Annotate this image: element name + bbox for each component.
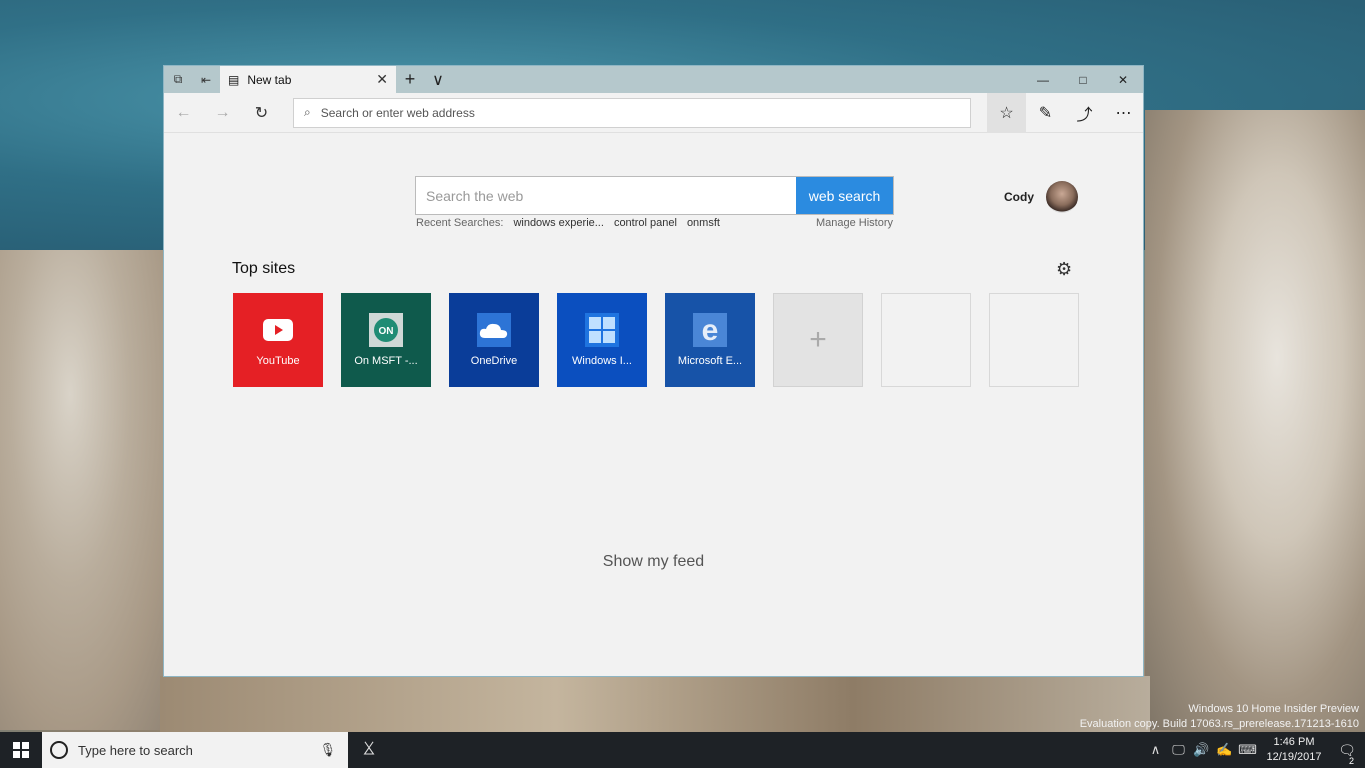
forward-button[interactable]: → <box>203 93 242 133</box>
search-input[interactable]: Search the web <box>416 177 796 214</box>
tile-label: Microsoft E... <box>677 355 743 367</box>
task-view-button[interactable]: ⯷ <box>348 738 390 762</box>
page-icon: ▤ <box>228 72 240 87</box>
tile-microsoft-edge[interactable]: e Microsoft E... <box>665 293 755 387</box>
user-name: Cody <box>1004 190 1034 204</box>
add-site-tile[interactable]: + <box>773 293 863 387</box>
tile-label: OneDrive <box>470 355 518 367</box>
recent-searches-label: Recent Searches: <box>416 217 504 229</box>
onmsft-icon: ON <box>369 313 403 347</box>
recent-search-item[interactable]: control panel <box>614 217 677 229</box>
start-button[interactable] <box>0 732 42 768</box>
taskbar: Type here to search 🎙 ⯷ ∧ 🖵 🔊 ✍ ⌨ 1:46 P… <box>0 732 1365 768</box>
user-profile[interactable]: Cody <box>1004 181 1078 213</box>
tile-label: YouTube <box>256 355 300 367</box>
refresh-button[interactable]: ↻ <box>242 93 281 133</box>
web-search-box: Search the web web search <box>415 176 894 215</box>
tile-label: Windows I... <box>572 355 632 367</box>
windows-icon <box>585 313 619 347</box>
desktop-rock-bottom <box>160 676 1150 732</box>
top-sites-grid: YouTube ON On MSFT -... OneDrive Windows… <box>233 293 1079 387</box>
show-my-feed-link[interactable]: Show my feed <box>164 553 1143 571</box>
watermark-line: Evaluation copy. Build 17063.rs_prerelea… <box>1079 718 1359 730</box>
desktop-rock-left <box>0 250 175 730</box>
empty-tile[interactable] <box>989 293 1079 387</box>
title-bar: ⧉ ⇤ ▤ New tab ✕ + ∨ — □ ✕ <box>164 66 1143 93</box>
tab-title: New tab <box>247 72 292 87</box>
evaluation-watermark: Windows 10 Home Insider Preview Evaluati… <box>1080 702 1359 732</box>
close-tab-icon[interactable]: ✕ <box>376 71 388 88</box>
avatar[interactable] <box>1046 181 1078 213</box>
plus-icon: + <box>809 323 827 356</box>
watermark-line: Windows 10 Home Insider Preview <box>1188 703 1359 715</box>
gear-icon[interactable]: ⚙ <box>1056 259 1072 280</box>
edge-window: ⧉ ⇤ ▤ New tab ✕ + ∨ — □ ✕ ← → ↻ ⌕ Search… <box>163 65 1144 677</box>
tabs-aside-icon[interactable]: ⧉ <box>164 66 192 93</box>
set-aside-tabs-icon[interactable]: ⇤ <box>192 66 220 93</box>
clock-date: 12/19/2017 <box>1266 751 1322 763</box>
onedrive-icon <box>477 313 511 347</box>
cortana-icon <box>50 741 68 759</box>
maximize-button[interactable]: □ <box>1063 66 1103 93</box>
svg-text:e: e <box>702 315 719 345</box>
back-button[interactable]: ← <box>164 93 203 133</box>
share-icon[interactable]: ⤴ <box>1065 93 1104 133</box>
nav-bar: ← → ↻ ⌕ Search or enter web address ☆ ✎ … <box>164 92 1143 133</box>
empty-tile[interactable] <box>881 293 971 387</box>
desktop-rock-right <box>1145 110 1365 730</box>
minimize-button[interactable]: — <box>1023 66 1063 93</box>
keyboard-icon[interactable]: ⌨ <box>1236 742 1259 758</box>
address-placeholder: Search or enter web address <box>320 105 475 120</box>
volume-icon[interactable]: 🔊 <box>1190 742 1213 758</box>
tile-onmsft[interactable]: ON On MSFT -... <box>341 293 431 387</box>
microphone-icon[interactable]: 🎙 <box>319 742 336 758</box>
chevron-down-icon[interactable]: ∨ <box>424 66 452 93</box>
notification-count: 2 <box>1349 755 1355 766</box>
recent-search-item[interactable]: windows experie... <box>513 217 604 229</box>
taskbar-search-placeholder: Type here to search <box>78 742 193 758</box>
tile-label: On MSFT -... <box>354 355 418 367</box>
recent-searches: Recent Searches: windows experie... cont… <box>416 217 893 229</box>
svg-text:ON: ON <box>379 326 394 337</box>
network-icon[interactable]: 🖵 <box>1167 742 1190 758</box>
recent-search-item[interactable]: onmsft <box>687 217 720 229</box>
action-center-button[interactable]: 🗨 2 <box>1329 742 1365 766</box>
system-tray: ∧ 🖵 🔊 ✍ ⌨ 1:46 PM 12/19/2017 🗨 2 <box>1144 732 1365 768</box>
clock-time: 1:46 PM <box>1273 736 1315 748</box>
edge-icon: e <box>693 313 727 347</box>
close-window-button[interactable]: ✕ <box>1103 66 1143 93</box>
top-sites-heading: Top sites <box>232 260 296 277</box>
web-note-icon[interactable]: ✎ <box>1026 93 1065 133</box>
tab-new-tab[interactable]: ▤ New tab ✕ <box>220 66 396 93</box>
new-tab-page: Search the web web search Recent Searche… <box>164 133 1143 676</box>
more-icon[interactable]: ⋯ <box>1104 93 1143 133</box>
chevron-up-icon[interactable]: ∧ <box>1144 742 1167 758</box>
tile-windows[interactable]: Windows I... <box>557 293 647 387</box>
tile-youtube[interactable]: YouTube <box>233 293 323 387</box>
search-icon: ⌕ <box>304 105 311 119</box>
tile-onedrive[interactable]: OneDrive <box>449 293 539 387</box>
windows-logo-icon <box>13 742 29 758</box>
taskbar-search-box[interactable]: Type here to search 🎙 <box>42 732 348 768</box>
favorites-hub-icon[interactable]: ☆ <box>987 92 1026 133</box>
web-search-button[interactable]: web search <box>796 177 893 214</box>
new-tab-button[interactable]: + <box>396 66 424 93</box>
address-bar[interactable]: ⌕ Search or enter web address <box>293 97 971 128</box>
pen-icon[interactable]: ✍ <box>1213 742 1236 758</box>
manage-history-link[interactable]: Manage History <box>816 217 893 229</box>
clock[interactable]: 1:46 PM 12/19/2017 <box>1259 735 1329 765</box>
youtube-icon <box>261 313 295 347</box>
